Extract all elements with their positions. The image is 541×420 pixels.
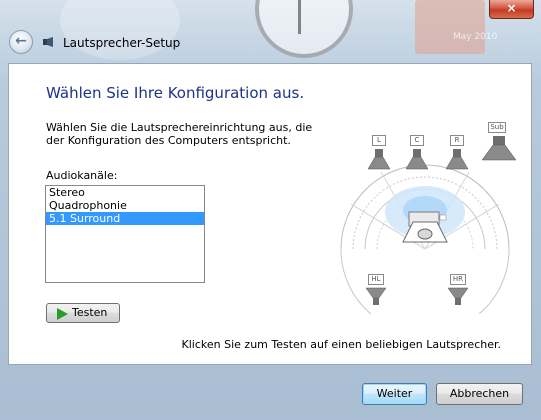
close-button[interactable]: ×	[489, 0, 534, 19]
speaker-center[interactable]: C	[405, 135, 429, 171]
content-panel: Wählen Sie Ihre Konfiguration aus. Wähle…	[8, 63, 532, 365]
speaker-icon	[367, 149, 391, 170]
background-blur	[60, 0, 180, 60]
subwoofer-icon	[481, 136, 517, 161]
back-button[interactable]: ←	[9, 30, 33, 54]
speaker-front-left[interactable]: L	[367, 135, 391, 171]
background-gadget	[415, 0, 485, 54]
list-item-5-1-surround[interactable]: 5.1 Surround	[46, 212, 204, 225]
speaker-icon	[447, 287, 469, 305]
audio-channels-list[interactable]: Stereo Quadrophonie 5.1 Surround	[45, 185, 205, 283]
speaker-rear-right-label: HR	[450, 274, 466, 285]
list-item-quadrophonie[interactable]: Quadrophonie	[46, 199, 204, 212]
next-button[interactable]: Weiter	[362, 383, 427, 405]
speaker-rear-right[interactable]: HR	[447, 274, 469, 306]
speaker-icon	[365, 287, 387, 305]
audio-channels-label: Audiokanäle:	[46, 169, 118, 182]
speaker-rear-left-label: HL	[368, 274, 384, 285]
speaker-subwoofer[interactable]: Sub	[481, 122, 517, 161]
speaker-icon	[445, 149, 469, 170]
button-bar: Weiter Abbrechen	[8, 365, 532, 411]
window-frame: May 2010 × ← Lautsprecher-Setup Wählen S…	[0, 0, 541, 420]
window-title: Lautsprecher-Setup	[63, 36, 181, 50]
play-icon	[57, 308, 68, 320]
hint-text: Klicken Sie zum Testen auf einen beliebi…	[181, 338, 501, 351]
list-item-stereo[interactable]: Stereo	[46, 186, 204, 199]
speaker-icon	[405, 149, 429, 170]
speaker-diagram: L C R Sub HL HR	[331, 122, 519, 314]
speaker-subwoofer-label: Sub	[488, 122, 506, 133]
speaker-icon	[43, 37, 53, 47]
speaker-front-right-label: R	[450, 135, 464, 146]
test-button[interactable]: Testen	[46, 303, 120, 323]
cancel-button[interactable]: Abbrechen	[436, 383, 523, 405]
speaker-rear-left[interactable]: HL	[365, 274, 387, 306]
speaker-front-right[interactable]: R	[445, 135, 469, 171]
background-clock	[255, 0, 353, 58]
speaker-center-label: C	[410, 135, 424, 146]
background-gadget-text: May 2010	[453, 32, 498, 42]
speaker-front-left-label: L	[372, 135, 386, 146]
page-title: Wählen Sie Ihre Konfiguration aus.	[46, 84, 305, 102]
background-clock-hand	[298, 0, 301, 34]
test-button-label: Testen	[72, 306, 108, 319]
description-text: Wählen Sie die Lautsprechereinrichtung a…	[46, 121, 313, 147]
